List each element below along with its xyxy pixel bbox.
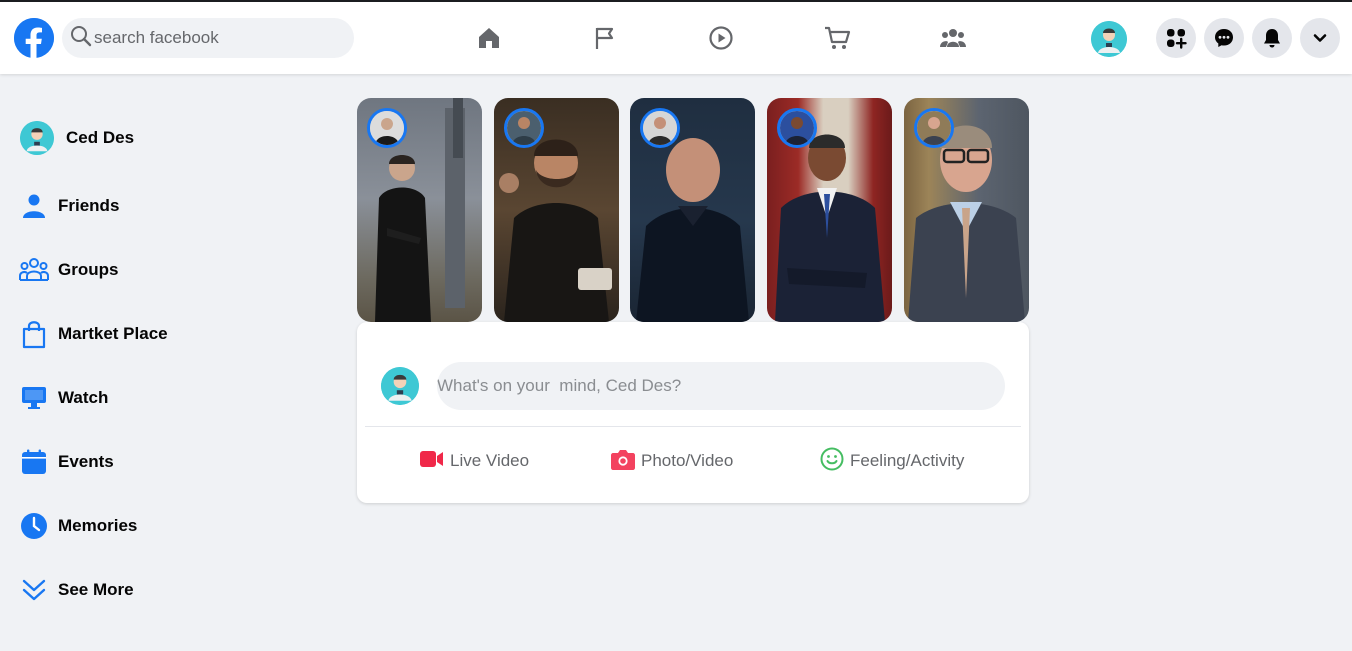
sidebar-item-groups[interactable]: Groups <box>18 248 118 292</box>
clock-icon <box>18 510 50 542</box>
notifications-bell-icon[interactable] <box>1252 18 1292 58</box>
sidebar-item-label: Watch <box>58 388 109 407</box>
sidebar-item-label: Memories <box>58 516 138 535</box>
post-composer: Live Video Photo/Video Feeling/Activity <box>357 322 1029 503</box>
feeling-activity-button[interactable]: Feeling/Activity <box>820 446 964 476</box>
composer-avatar <box>381 367 419 405</box>
menu-grid-icon[interactable] <box>1156 18 1196 58</box>
story-avatar <box>777 108 817 148</box>
smiley-icon <box>820 447 844 476</box>
post-input[interactable] <box>437 362 1005 410</box>
search-icon <box>70 25 92 52</box>
sidebar-item-label: Groups <box>58 260 119 279</box>
story-card[interactable] <box>904 98 1029 322</box>
sidebar-item-watch[interactable]: Watch <box>18 376 108 420</box>
groups-icon <box>18 254 50 286</box>
action-label: Photo/Video <box>641 451 734 470</box>
sidebar-item-label: See More <box>58 580 134 599</box>
search-input[interactable] <box>94 28 344 48</box>
story-avatar <box>640 108 680 148</box>
double-chevron-down-icon <box>18 574 50 606</box>
story-card[interactable] <box>494 98 619 322</box>
watch-play-icon[interactable] <box>705 22 737 54</box>
story-card[interactable] <box>767 98 892 322</box>
story-card[interactable] <box>357 98 482 322</box>
messenger-icon[interactable] <box>1204 18 1244 58</box>
profile-avatar <box>20 121 54 155</box>
story-avatar <box>367 108 407 148</box>
groups-icon[interactable] <box>937 22 969 54</box>
account-chevron-icon[interactable] <box>1300 18 1340 58</box>
video-camera-icon <box>420 450 444 473</box>
sidebar-profile-name: Ced Des <box>66 128 135 147</box>
story-avatar <box>914 108 954 148</box>
sidebar-item-friends[interactable]: Friends <box>18 184 119 228</box>
sidebar-item-memories[interactable]: Memories <box>18 504 137 548</box>
top-navigation-bar <box>0 2 1352 74</box>
watch-monitor-icon <box>18 382 50 414</box>
facebook-logo-icon[interactable] <box>14 18 54 58</box>
photo-camera-icon <box>611 448 635 475</box>
sidebar-item-see-more[interactable]: See More <box>18 568 134 612</box>
sidebar-item-profile[interactable]: Ced Des <box>20 116 134 160</box>
action-label: Feeling/Activity <box>850 451 965 470</box>
composer-divider <box>365 426 1021 427</box>
search-box[interactable] <box>62 18 354 58</box>
sidebar-item-marketplace[interactable]: Martket Place <box>18 312 168 356</box>
action-label: Live Video <box>450 451 530 470</box>
sidebar-item-events[interactable]: Events <box>18 440 114 484</box>
live-video-button[interactable]: Live Video <box>420 446 529 476</box>
sidebar-item-label: Martket Place <box>58 324 168 343</box>
friends-icon <box>18 190 50 222</box>
story-avatar <box>504 108 544 148</box>
user-avatar[interactable] <box>1091 21 1127 57</box>
marketplace-bag-icon <box>18 318 50 350</box>
sidebar-item-label: Events <box>58 452 114 471</box>
home-icon[interactable] <box>473 22 505 54</box>
story-card[interactable] <box>630 98 755 322</box>
sidebar-item-label: Friends <box>58 196 120 215</box>
marketplace-cart-icon[interactable] <box>821 22 853 54</box>
pages-flag-icon[interactable] <box>589 22 621 54</box>
photo-video-button[interactable]: Photo/Video <box>611 446 733 476</box>
calendar-icon <box>18 446 50 478</box>
